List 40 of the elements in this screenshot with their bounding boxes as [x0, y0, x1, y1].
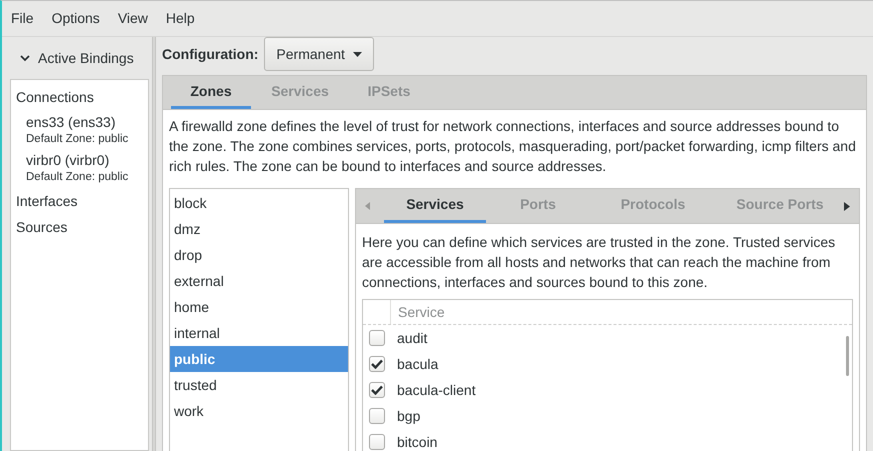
- service-name: bitcoin: [397, 432, 438, 451]
- connection-name[interactable]: virbr0 (virbr0): [16, 151, 148, 169]
- scroll-right-icon[interactable]: [844, 202, 850, 210]
- configuration-label: Configuration:: [162, 44, 258, 64]
- service-name: audit: [397, 328, 428, 348]
- checkbox[interactable]: [369, 434, 385, 450]
- menu-item[interactable]: View: [118, 8, 148, 29]
- zone-description: A firewalld zone defines the level of trust for network connections, interfaces and source addresses bound to the zone. The zone combines services, ports, protocols, masquerading, port/packet forwarding, icmp filters and rich rules. The zone can be bound to interfaces and source addresses.: [169, 117, 857, 176]
- checkbox[interactable]: [369, 356, 385, 372]
- section-label[interactable]: Connections: [16, 84, 148, 110]
- service-name: bacula-client: [397, 380, 476, 400]
- connection-zone: Default Zone: public: [25, 170, 130, 185]
- service-name: bgp: [397, 406, 420, 426]
- menu-item[interactable]: Help: [166, 8, 195, 29]
- menu-item[interactable]: File: [11, 8, 34, 29]
- zone-item[interactable]: dmz: [170, 216, 348, 242]
- zone-item[interactable]: drop: [170, 242, 348, 268]
- caret-icon: [352, 52, 362, 56]
- zone-item[interactable]: external: [170, 268, 348, 294]
- menu-item[interactable]: Options: [52, 8, 100, 29]
- tab[interactable]: Services: [384, 189, 486, 223]
- checkbox[interactable]: [369, 408, 385, 424]
- chevron-down-icon[interactable]: [20, 53, 30, 63]
- checkbox[interactable]: [369, 330, 385, 346]
- zone-item[interactable]: block: [170, 190, 348, 216]
- section-label[interactable]: Sources: [16, 214, 148, 240]
- zone-item[interactable]: internal: [170, 320, 348, 346]
- scrollbar-thumb[interactable]: [846, 336, 849, 376]
- scroll-left-icon[interactable]: [365, 202, 370, 210]
- zone-item[interactable]: home: [170, 294, 348, 320]
- services-description: Here you can define which services are trusted in the zone. Trusted services are accessible from all hosts and networks that can reach the machine from connections, interfaces and sources bound to this zone.: [362, 233, 836, 292]
- connection-zone: Default Zone: public: [25, 132, 130, 147]
- configuration-dropdown[interactable]: Permanent: [264, 37, 374, 71]
- zone-item[interactable]: trusted: [170, 372, 348, 398]
- bindings-title[interactable]: Active Bindings: [38, 48, 134, 68]
- service-name: bacula: [397, 354, 438, 374]
- section-label[interactable]: Interfaces: [16, 188, 148, 214]
- connection-name[interactable]: ens33 (ens33): [16, 113, 148, 131]
- checkbox[interactable]: [369, 382, 385, 398]
- zone-item[interactable]: work: [170, 398, 348, 424]
